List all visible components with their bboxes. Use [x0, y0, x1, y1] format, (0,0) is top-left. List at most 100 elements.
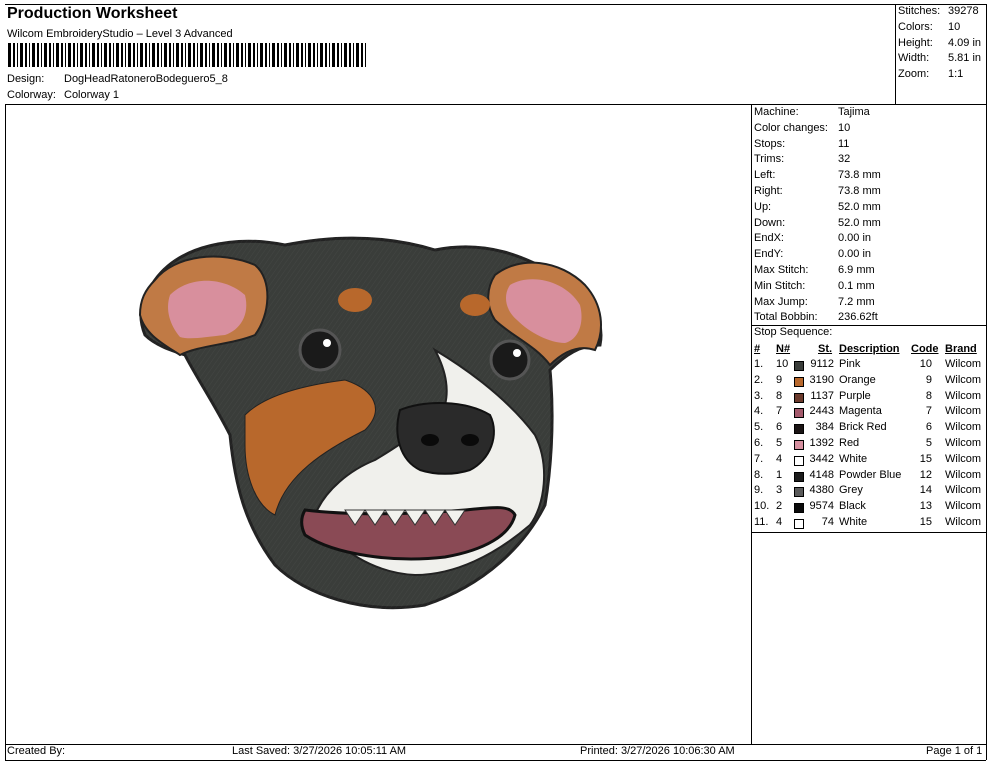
stop-description: Magenta [839, 405, 882, 418]
machine-info-value: 6.9 mm [838, 264, 875, 276]
stop-description: Pink [839, 358, 861, 370]
machine-info-value: 11 [838, 137, 850, 150]
barcode-bar [365, 43, 366, 67]
barcode-bar [209, 43, 210, 67]
barcode-bar [137, 43, 138, 67]
machine-info-label: Total Bobbin: [754, 311, 818, 324]
color-swatch [794, 361, 804, 371]
height-label: Height: [898, 37, 933, 49]
barcode-bar [53, 43, 54, 67]
col-header-code: Code [911, 343, 939, 355]
color-swatch [794, 503, 804, 514]
stop-description: Black [839, 500, 866, 513]
stop-index: 9. [754, 484, 764, 497]
barcode-bar [332, 43, 335, 67]
height-value: 4.09 in [948, 37, 982, 49]
machine-info-value: 10 [838, 121, 851, 134]
machine-info-value: 0.00 in [838, 248, 872, 261]
stop-description: Purple [839, 389, 871, 402]
stop-description: Red [839, 437, 860, 449]
barcode-bar [353, 43, 354, 67]
barcode-bar [241, 43, 243, 67]
stop-row: 4. 7 2443 Magenta 7 Wilcom [752, 405, 986, 421]
stop-row: 10. 2 9574 Black 13 Wilcom [752, 500, 986, 516]
design-preview [5, 105, 751, 743]
barcode-bar [29, 43, 30, 67]
stop-row: 3. 8 1137 Purple 8 Wilcom [752, 390, 986, 406]
machine-info-row: Min Stitch: 0.1 mm [754, 280, 875, 292]
machine-info-value: Tajima [838, 106, 870, 118]
barcode-bar [152, 43, 155, 67]
stop-brand: Wilcom [945, 389, 982, 402]
barcode-bar [32, 43, 35, 67]
stop-needle: 10 [776, 358, 789, 370]
barcode-bar [248, 43, 251, 67]
barcode-bar [293, 43, 294, 67]
barcode-bar [116, 43, 119, 67]
machine-info-row: EndY: 0.00 in [754, 248, 871, 260]
barcode-bar [77, 43, 78, 67]
barcode-bar [49, 43, 51, 67]
barcode-bar [41, 43, 42, 67]
barcode-bar [284, 43, 287, 67]
machine-info-row: Total Bobbin: 236.62ft [754, 311, 878, 323]
barcode-bar [164, 43, 167, 67]
barcode-bar [265, 43, 267, 67]
barcode-bar [329, 43, 330, 67]
machine-info-label: Down: [754, 216, 786, 229]
machine-info-value: 52.0 mm [838, 216, 881, 229]
stop-code: 9 [925, 373, 932, 386]
barcode-bar [193, 43, 195, 67]
col-header-needle: N# [776, 343, 791, 355]
stop-index: 1. [754, 358, 764, 370]
machine-info-value: 52.0 mm [838, 200, 881, 213]
stop-code: 13 [919, 500, 932, 513]
barcode-bar [92, 43, 95, 67]
machine-info-row: Max Jump: 7.2 mm [754, 296, 875, 308]
stop-index: 2. [754, 373, 764, 386]
stop-row: 6. 5 1392 Red 5 Wilcom [752, 437, 986, 453]
col-header-brand: Brand [945, 343, 977, 355]
color-swatch [794, 487, 804, 498]
stop-stitches: 3190 [809, 373, 834, 386]
machine-info-row: Stops: 11 [754, 138, 849, 150]
barcode-bar [320, 43, 323, 67]
dog-head-embroidery [138, 235, 605, 615]
barcode-bar [356, 43, 359, 67]
stop-brand: Wilcom [945, 358, 982, 370]
stop-description: White [839, 516, 868, 528]
col-header-number: # [754, 343, 761, 355]
stop-stitches: 384 [815, 421, 834, 434]
machine-info-row: Down: 52.0 mm [754, 217, 881, 229]
colorway-value: Colorway 1 [64, 89, 120, 101]
barcode-bar [20, 43, 23, 67]
machine-info-label: Machine: [754, 106, 799, 118]
stop-stitches: 74 [821, 516, 834, 528]
machine-info-label: Max Stitch: [754, 264, 809, 276]
barcode-bar [317, 43, 318, 67]
right-eyebrow [460, 294, 490, 316]
color-swatch [794, 455, 804, 466]
barcode-bar [89, 43, 90, 67]
frame-right [986, 4, 987, 760]
barcode-bar [121, 43, 123, 67]
machine-info-label: Trims: [754, 153, 785, 166]
stop-code: 15 [919, 452, 932, 465]
barcode [8, 43, 366, 67]
left-eye [298, 328, 342, 372]
stop-index: 10. [754, 500, 770, 513]
machine-info-label: Color changes: [754, 121, 828, 134]
stop-stitches: 1137 [810, 389, 834, 402]
stop-stitches: 2443 [809, 405, 834, 418]
barcode-bar [224, 43, 227, 67]
barcode-bar [277, 43, 279, 67]
stitches-label: Stitches: [898, 5, 941, 17]
machine-info-label: Left: [754, 169, 776, 182]
barcode-bar [101, 43, 102, 67]
stop-needle: 7 [776, 405, 783, 418]
stop-brand: Wilcom [945, 373, 982, 386]
barcode-bar [245, 43, 246, 67]
design-value: DogHeadRatoneroBodeguero5_8 [64, 73, 228, 85]
stop-code: 5 [925, 437, 932, 449]
barcode-bar [221, 43, 222, 67]
